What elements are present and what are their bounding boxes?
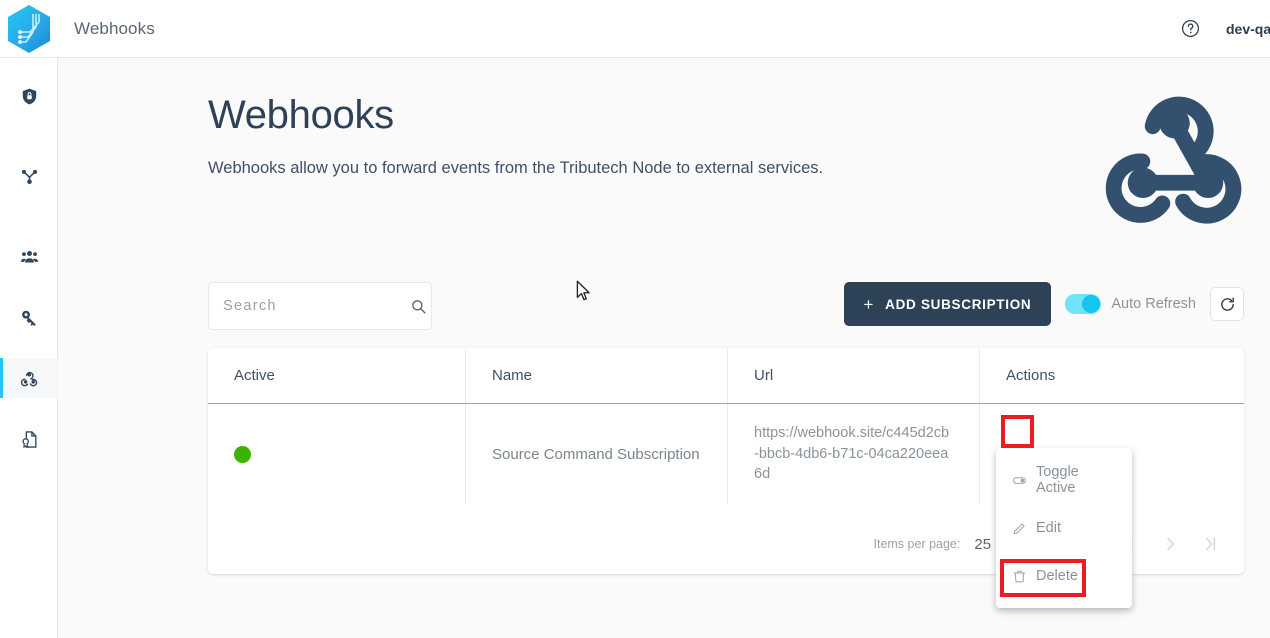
menu-item-label: Edit [1036, 520, 1061, 536]
cursor-arrow-icon [576, 280, 590, 301]
help-circle-icon[interactable] [1181, 19, 1200, 38]
share-network-icon [21, 169, 37, 184]
topbar-title: Webhooks [74, 18, 155, 38]
sidebar-item-certificates[interactable] [0, 419, 58, 459]
items-per-page-label: Items per page: [873, 537, 961, 551]
webhook-icon [20, 371, 37, 386]
refresh-button[interactable] [1210, 287, 1244, 321]
pencil-icon [1013, 522, 1025, 534]
search-input[interactable] [223, 298, 410, 314]
app-root: Webhooks dev-qa Webhooks Webhooks allow … [0, 0, 1270, 638]
sidebar-item-shield[interactable] [0, 76, 58, 116]
toolbar-actions: + ADD SUBSCRIPTION Auto Refresh [843, 282, 1244, 326]
menu-item-label: Delete [1036, 568, 1078, 584]
page-subtitle: Webhooks allow you to forward events fro… [208, 159, 824, 177]
sidebar-item-topology[interactable] [0, 156, 58, 196]
items-per-page-value[interactable]: 25 [974, 536, 991, 553]
webhook-hero-logo [1104, 83, 1250, 229]
last-page-button[interactable] [1190, 524, 1230, 564]
cell-url: https://webhook.site/c445d2cb-bbcb-4db6-… [728, 404, 980, 504]
certificate-document-icon [21, 430, 37, 448]
menu-item-edit[interactable]: Edit [996, 504, 1132, 552]
add-subscription-label: ADD SUBSCRIPTION [885, 296, 1032, 312]
page-header: Webhooks Webhooks allow you to forward e… [208, 94, 823, 179]
mouse-cursor [576, 280, 591, 302]
key-icon [21, 310, 36, 326]
page-title: Webhooks [208, 93, 394, 137]
menu-item-toggle-active[interactable]: Toggle Active [996, 456, 1132, 504]
toolbar: + ADD SUBSCRIPTION Auto Refresh [208, 282, 1244, 330]
sidebar-item-keys[interactable] [0, 297, 58, 337]
plus-icon: + [863, 294, 875, 314]
users-icon [20, 250, 38, 262]
auto-refresh-control: Auto Refresh [1065, 294, 1196, 314]
next-page-button[interactable] [1150, 524, 1190, 564]
tributech-hex-logo [8, 4, 50, 53]
search-box[interactable] [208, 282, 432, 330]
add-subscription-button[interactable]: + ADD SUBSCRIPTION [843, 282, 1052, 326]
refresh-icon [1220, 297, 1234, 311]
user-menu[interactable]: dev-qa [1226, 21, 1270, 37]
column-header-url: Url [728, 348, 980, 403]
auto-refresh-toggle[interactable] [1065, 294, 1102, 314]
top-bar: Webhooks dev-qa [0, 0, 1270, 58]
sidebar [0, 58, 58, 638]
auto-refresh-label: Auto Refresh [1111, 296, 1196, 312]
table-header-row: Active Name Url Actions [208, 348, 1244, 404]
toggle-icon [1013, 476, 1026, 484]
sidebar-item-users[interactable] [0, 236, 58, 276]
toggle-knob [1082, 295, 1101, 313]
column-header-active: Active [208, 348, 466, 403]
trash-icon [1013, 570, 1026, 582]
chevron-right-icon [1167, 537, 1175, 551]
cell-name: Source Command Subscription [466, 404, 728, 504]
column-header-actions: Actions [1006, 367, 1056, 384]
shield-lock-icon [22, 88, 36, 104]
search-icon[interactable] [410, 298, 427, 315]
menu-item-label: Toggle Active [1036, 464, 1079, 496]
topbar-actions: dev-qa [1181, 19, 1270, 38]
cell-active [208, 404, 466, 504]
menu-item-delete[interactable]: Delete [996, 552, 1132, 600]
last-page-icon [1205, 537, 1216, 551]
column-header-name: Name [466, 348, 728, 403]
status-badge-active [234, 445, 251, 463]
webhook-logo [1105, 96, 1242, 224]
sidebar-item-webhooks[interactable] [0, 358, 58, 398]
row-context-menu: Toggle Active Edit Delete [996, 448, 1132, 608]
app-logo[interactable] [0, 0, 58, 58]
